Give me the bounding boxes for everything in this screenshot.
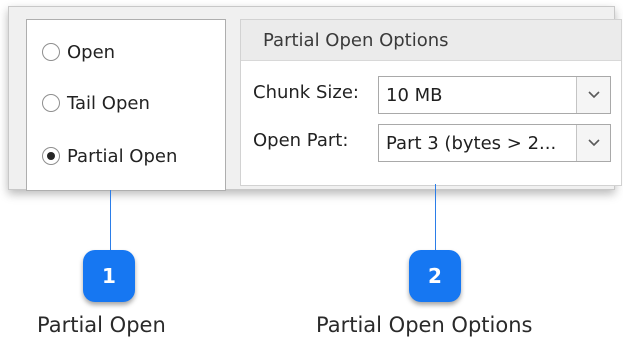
chunk-size-label: Chunk Size: [253,82,359,103]
callout-1-connector [110,190,111,254]
callout-2-badge: 2 [409,250,461,302]
chunk-size-dropdown[interactable]: 10 MB [378,76,611,114]
open-mode-panel: Open Tail Open Partial Open Partial Open… [8,6,622,191]
callout-2-label: Partial Open Options [316,313,533,337]
chunk-size-dropdown-button[interactable] [576,77,610,113]
callout-2-connector [435,184,436,254]
callout-1-label: Partial Open [37,313,166,337]
radio-open-circle[interactable] [42,43,60,61]
radio-open-label: Open [67,41,116,63]
radio-partial-open-label: Partial Open [67,145,178,167]
radio-tail-open[interactable]: Tail Open [42,88,150,118]
open-part-label: Open Part: [253,130,349,151]
radio-tail-open-label: Tail Open [67,92,150,114]
open-mode-group: Open Tail Open Partial Open [26,19,226,191]
partial-open-options-header: Partial Open Options [241,20,621,61]
callout-1-badge: 1 [83,250,135,302]
partial-open-options-group: Partial Open Options Chunk Size: 10 MB O… [240,19,622,186]
radio-tail-open-circle[interactable] [42,94,60,112]
radio-open[interactable]: Open [42,37,115,67]
chevron-down-icon [587,91,600,99]
radio-partial-open[interactable]: Partial Open [42,141,177,171]
chevron-down-icon [587,139,600,147]
open-part-dropdown-button[interactable] [576,125,610,161]
radio-partial-open-circle[interactable] [42,147,60,165]
chunk-size-value: 10 MB [386,84,443,106]
open-part-value: Part 3 (bytes > 2... [386,132,557,154]
open-part-dropdown[interactable]: Part 3 (bytes > 2... [378,124,611,162]
